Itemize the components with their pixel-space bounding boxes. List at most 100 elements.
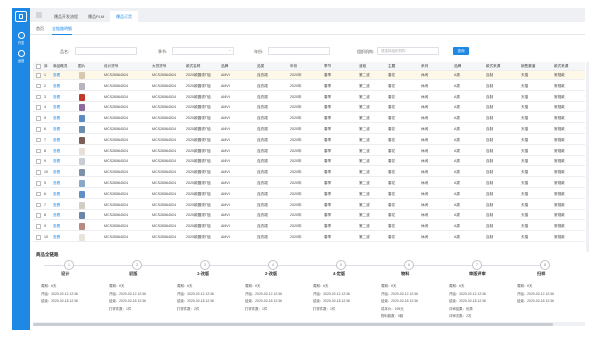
- row-checkbox[interactable]: [36, 191, 41, 197]
- apps-grid-icon[interactable]: [36, 12, 42, 18]
- row-checkbox[interactable]: [36, 105, 41, 110]
- tab-dev-flow[interactable]: 爆品开发流程: [48, 11, 84, 22]
- table-vertical-scrollbar[interactable]: [586, 62, 589, 252]
- cell-theme: 春花: [388, 191, 396, 196]
- product-thumbnail[interactable]: [79, 115, 85, 123]
- org-select[interactable]: 请选择组织机构: [377, 47, 439, 55]
- tab-order[interactable]: 爆品订货: [110, 11, 138, 22]
- row-checkbox[interactable]: [36, 94, 41, 100]
- stage-node: 8: [540, 260, 550, 270]
- view-link[interactable]: 查看: [53, 116, 60, 121]
- table-row[interactable]: 6 查看 MCS26564524 MCS26564524 2020款圆领T恤 AMVI 连衣…: [33, 190, 585, 199]
- stage-name: 4-定版: [333, 271, 346, 276]
- table-row[interactable]: 8 查看 MCS26564524 MCS26564524 2020款圆领T恤 AMVI 连衣…: [33, 147, 585, 156]
- product-thumbnail[interactable]: [79, 223, 85, 231]
- view-link[interactable]: 查看: [53, 192, 60, 197]
- table-row[interactable]: 10 查看 MCS26564524 MCS26564524 2020款圆领T恤 AMVI 连…: [33, 168, 585, 178]
- cell-bulk_no: MCS26564524: [152, 105, 176, 110]
- view-link[interactable]: 查看: [53, 95, 60, 100]
- scrollbar-thumb[interactable]: [33, 322, 553, 326]
- cell-cat: 连衣裙: [257, 202, 268, 207]
- season-select[interactable]: ⌄: [172, 47, 234, 55]
- sidebar-item-dev[interactable]: 开发: [12, 32, 30, 45]
- table-row[interactable]: 9 查看 MCS26564524 MCS26564524 2020款圆领T恤 AMVI 连衣…: [33, 157, 585, 167]
- table-row[interactable]: 8 查看 MCS26564524 MCS26564524 2020款圆领T恤 AMVI 连衣…: [33, 211, 585, 221]
- product-thumbnail[interactable]: [79, 82, 85, 90]
- table-row[interactable]: 7 查看 MCS26564524 MCS26564524 2020款圆领T恤 AMVI 连衣…: [33, 201, 585, 210]
- table-row[interactable]: 5 查看 MCS26564524 MCS26564524 2020款圆领T恤 AMVI 连衣…: [33, 179, 585, 188]
- col-band: 波段: [359, 64, 367, 68]
- cell-brand2: A类: [454, 235, 460, 239]
- select-all-checkbox[interactable]: [36, 64, 41, 69]
- row-checkbox[interactable]: [36, 83, 41, 89]
- tab-plm[interactable]: 爆品PLM: [82, 11, 110, 22]
- row-checkbox[interactable]: [36, 148, 41, 154]
- stage-detail: 周期：6天: [381, 284, 397, 288]
- cell-year: 2020年: [290, 181, 302, 185]
- cell-season: 春季: [324, 83, 332, 88]
- row-checkbox[interactable]: [36, 137, 41, 143]
- table-row[interactable]: 9 查看 MCS26564524 MCS26564524 2020款圆领T恤 AMVI 连衣…: [33, 222, 585, 232]
- product-thumbnail[interactable]: [79, 136, 85, 144]
- product-thumbnail[interactable]: [79, 234, 85, 241]
- subtab-home[interactable]: 首页: [36, 26, 44, 32]
- row-checkbox[interactable]: [36, 170, 41, 175]
- row-checkbox[interactable]: [36, 181, 41, 186]
- product-thumbnail[interactable]: [79, 72, 85, 79]
- view-link[interactable]: 查看: [53, 159, 60, 164]
- product-thumbnail[interactable]: [79, 104, 85, 112]
- view-link[interactable]: 查看: [53, 84, 60, 89]
- table-row[interactable]: 1 查看 MCS26564524 MCS26564524 2020款圆领T恤 AMVI 连衣…: [33, 71, 585, 80]
- product-thumbnail[interactable]: [79, 180, 85, 187]
- cell-style: 2020款圆领T恤: [186, 94, 211, 99]
- horizontal-scrollbar[interactable]: [33, 322, 585, 326]
- view-link[interactable]: 查看: [53, 203, 60, 208]
- table-row[interactable]: 3 查看 MCS26564524 MCS26564524 2020款圆领T恤 AMVI 连衣…: [33, 93, 585, 102]
- product-thumbnail[interactable]: [79, 158, 85, 166]
- product-thumbnail[interactable]: [79, 212, 85, 220]
- name-input[interactable]: [75, 47, 137, 55]
- table-row[interactable]: 6 查看 MCS26564524 MCS26564524 2020款圆领T恤 AMVI 连衣…: [33, 125, 585, 134]
- year-input[interactable]: [268, 47, 330, 55]
- app-logo-icon[interactable]: [15, 11, 27, 22]
- view-link[interactable]: 查看: [53, 224, 60, 229]
- cell-series: 休闲: [421, 73, 429, 77]
- product-thumbnail[interactable]: [79, 126, 85, 133]
- row-checkbox[interactable]: [36, 213, 41, 218]
- view-link[interactable]: 查看: [53, 213, 60, 218]
- product-thumbnail[interactable]: [79, 169, 85, 177]
- cell-theme: 春花: [388, 159, 396, 164]
- row-checkbox[interactable]: [36, 224, 41, 229]
- product-thumbnail[interactable]: [79, 147, 85, 155]
- row-checkbox[interactable]: [36, 235, 41, 240]
- cell-brand: AMVI: [221, 213, 230, 218]
- row-checkbox[interactable]: [36, 127, 41, 132]
- cell-brand2: A类: [454, 105, 460, 110]
- view-link[interactable]: 查看: [53, 138, 60, 143]
- subtab-full-chain[interactable]: 全链路明细: [52, 26, 72, 35]
- view-link[interactable]: 查看: [53, 127, 60, 132]
- product-thumbnail[interactable]: [79, 190, 85, 198]
- view-link[interactable]: 查看: [53, 149, 60, 154]
- row-checkbox[interactable]: [36, 159, 41, 164]
- cell-bulk_no: MCS26564524: [152, 159, 176, 164]
- view-link[interactable]: 查看: [53, 235, 60, 240]
- table-row[interactable]: 2 查看 MCS26564524 MCS26564524 2020款圆领T恤 AMVI 连衣…: [33, 82, 585, 91]
- table-row[interactable]: 5 查看 MCS26564524 MCS26564524 2020款圆领T恤 AMVI 连衣…: [33, 114, 585, 124]
- search-button[interactable]: 查询: [453, 47, 469, 55]
- view-link[interactable]: 查看: [53, 73, 60, 78]
- product-thumbnail[interactable]: [79, 93, 85, 101]
- view-link[interactable]: 查看: [53, 170, 60, 175]
- view-link[interactable]: 查看: [53, 181, 60, 186]
- table-row[interactable]: 4 查看 MCS26564524 MCS26564524 2020款圆领T恤 AMVI 连衣…: [33, 103, 585, 113]
- row-checkbox[interactable]: [36, 202, 41, 208]
- row-checkbox[interactable]: [36, 116, 41, 121]
- table-row[interactable]: 7 查看 MCS26564524 MCS26564524 2020款圆领T恤 AMVI 连衣…: [33, 136, 585, 145]
- sidebar-item-ops[interactable]: 运营: [12, 50, 30, 63]
- product-thumbnail[interactable]: [79, 201, 85, 209]
- col-bulk-no: 大货货号: [152, 64, 167, 68]
- row-checkbox[interactable]: [36, 73, 41, 78]
- cell-series: 休闲: [421, 213, 429, 218]
- view-link[interactable]: 查看: [53, 105, 60, 110]
- table-row[interactable]: 10 查看 MCS26564524 MCS26564524 2020款圆领T恤 AMVI 连…: [33, 233, 585, 242]
